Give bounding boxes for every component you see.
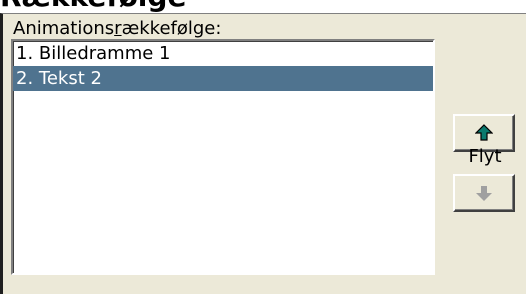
move-down-button[interactable]: [453, 174, 515, 212]
arrow-up-icon: [475, 124, 493, 142]
list-item-billedramme-1[interactable]: 1. Billedramme 1: [13, 41, 433, 66]
label-accelerator: r: [114, 18, 122, 39]
animation-order-label: Animationsrækkefølge:: [13, 18, 221, 39]
arrow-down-icon: [475, 184, 493, 202]
animation-order-list[interactable]: 1. Billedramme 1 2. Tekst 2: [11, 39, 435, 275]
label-part-2: ækkefølge:: [121, 18, 222, 39]
move-label: Flyt: [468, 146, 502, 167]
label-part-1: Animations: [13, 18, 115, 39]
animation-order-panel: Rækkefølge Animationsrækkefølge: 1. Bill…: [0, 0, 526, 294]
list-item-tekst-2[interactable]: 2. Tekst 2: [13, 66, 433, 91]
cut-off-heading: Rækkefølge: [0, 0, 186, 13]
